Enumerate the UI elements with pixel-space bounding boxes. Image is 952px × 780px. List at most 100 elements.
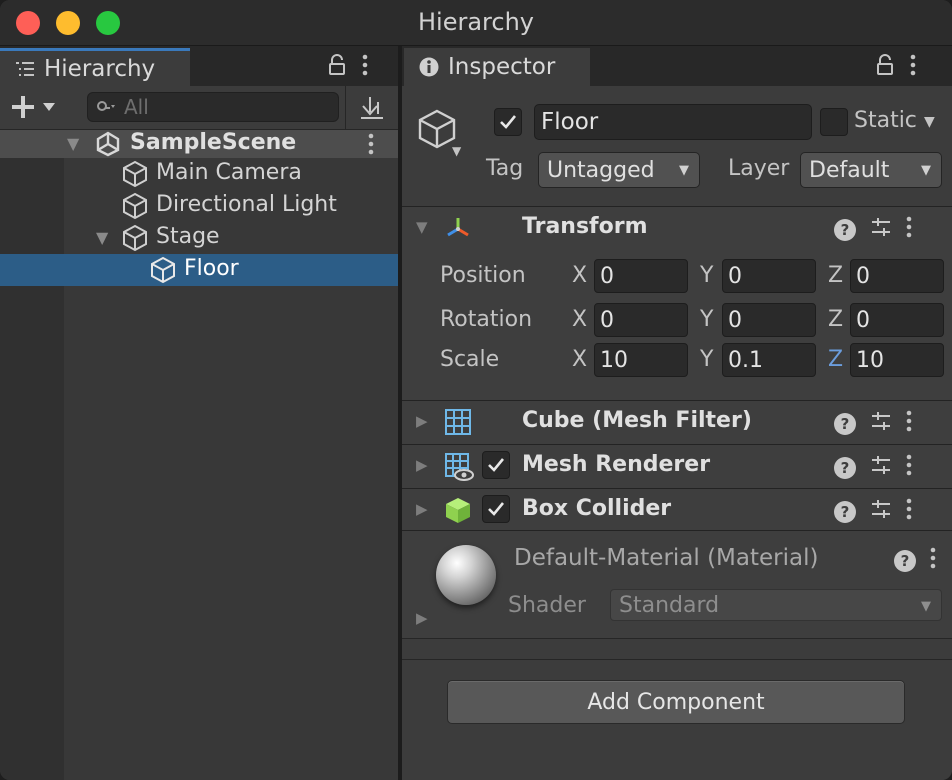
rotation-y-field[interactable]: 0 <box>722 303 816 337</box>
create-button[interactable] <box>10 92 68 122</box>
static-label[interactable]: Static <box>854 108 917 133</box>
expand-arrow-icon[interactable]: ▼ <box>416 218 428 236</box>
material-preview-sphere[interactable] <box>436 545 496 605</box>
rotation-x-axis[interactable]: X <box>572 307 587 332</box>
mesh-renderer-enabled-checkbox[interactable] <box>482 451 510 479</box>
settings-sliders-icon[interactable] <box>870 498 892 526</box>
title-bar: Hierarchy <box>0 0 952 46</box>
checkmark-icon <box>488 502 505 516</box>
mesh-filter-component: ▶ Cube (Mesh Filter) ? <box>402 400 952 444</box>
tag-dropdown[interactable]: Untagged ▼ <box>538 152 700 188</box>
scale-x-axis[interactable]: X <box>572 347 587 372</box>
active-checkbox[interactable] <box>494 108 522 136</box>
search-input[interactable]: All <box>87 92 339 122</box>
material-section: Default-Material (Material) ? Shader Sta… <box>402 530 952 638</box>
transform-gizmo-icon <box>444 214 472 242</box>
tab-inspector[interactable]: Inspector <box>404 48 590 86</box>
help-icon[interactable]: ? <box>834 413 856 435</box>
layer-dropdown[interactable]: Default ▼ <box>800 152 942 188</box>
component-title: Mesh Renderer <box>522 452 711 477</box>
settings-sliders-icon[interactable] <box>870 410 892 438</box>
lock-icon[interactable] <box>876 54 894 82</box>
position-x-axis[interactable]: X <box>572 263 587 288</box>
expand-arrow-icon[interactable]: ▼ <box>96 228 108 247</box>
gameobject-cube-icon <box>121 192 149 220</box>
hierarchy-tree: ▼ SampleScene Main Camera Directional Li… <box>0 130 398 780</box>
more-options-icon[interactable] <box>362 54 368 82</box>
expand-arrow-icon[interactable]: ▼ <box>67 134 79 153</box>
shader-dropdown: Standard ▼ <box>610 589 942 621</box>
more-options-icon[interactable] <box>906 498 912 526</box>
scale-z-field[interactable]: 10 <box>850 343 944 377</box>
position-y-field[interactable]: 0 <box>722 259 816 293</box>
scale-x-field[interactable]: 10 <box>594 343 688 377</box>
transform-header[interactable]: ▼ Transform ? <box>402 207 952 249</box>
rotation-z-field[interactable]: 0 <box>850 303 944 337</box>
help-icon[interactable]: ? <box>834 219 856 241</box>
static-checkbox[interactable] <box>820 108 848 136</box>
box-collider-header[interactable]: ▶ Box Collider ? <box>402 489 952 531</box>
shader-value: Standard <box>619 592 720 618</box>
add-component-button[interactable]: Add Component <box>447 680 905 724</box>
help-icon[interactable]: ? <box>834 501 856 523</box>
scene-row[interactable]: ▼ SampleScene <box>0 130 398 158</box>
scale-z-axis[interactable]: Z <box>828 347 843 372</box>
help-icon[interactable]: ? <box>894 550 916 572</box>
tree-item-stage[interactable]: ▼ Stage <box>0 222 398 254</box>
chevron-down-icon <box>43 103 55 111</box>
component-title: Box Collider <box>522 496 672 521</box>
tab-hierarchy[interactable]: Hierarchy <box>0 48 190 86</box>
mesh-grid-icon <box>444 408 472 436</box>
settings-sliders-icon[interactable] <box>870 454 892 482</box>
scale-label: Scale <box>440 347 500 372</box>
chevron-down-icon: ▼ <box>679 163 689 178</box>
rotation-x-field[interactable]: 0 <box>594 303 688 337</box>
settings-sliders-icon[interactable] <box>870 216 892 244</box>
checkmark-icon <box>500 115 517 129</box>
more-options-icon[interactable] <box>910 54 916 82</box>
mesh-renderer-component: ▶ Mesh Renderer ? <box>402 444 952 488</box>
position-z-field[interactable]: 0 <box>850 259 944 293</box>
scale-y-axis[interactable]: Y <box>700 347 713 372</box>
rotation-z-axis[interactable]: Z <box>828 307 843 332</box>
mesh-renderer-header[interactable]: ▶ Mesh Renderer ? <box>402 445 952 487</box>
plus-icon <box>12 96 34 118</box>
more-options-icon[interactable] <box>930 547 936 575</box>
collapsed-arrow-icon[interactable]: ▶ <box>416 609 428 627</box>
tree-item-directional-light[interactable]: Directional Light <box>0 190 398 222</box>
search-icon <box>97 101 115 111</box>
gameobject-cube-icon <box>121 224 149 252</box>
help-icon[interactable]: ? <box>834 457 856 479</box>
material-name: Default-Material (Material) <box>514 545 819 571</box>
lock-icon[interactable] <box>328 54 346 82</box>
hierarchy-list-icon <box>14 58 36 80</box>
sort-button[interactable] <box>345 86 398 130</box>
position-y-axis[interactable]: Y <box>700 263 713 288</box>
scene-more-icon[interactable] <box>368 133 374 161</box>
layer-value: Default <box>809 157 890 183</box>
scale-y-field[interactable]: 0.1 <box>722 343 816 377</box>
rotation-y-axis[interactable]: Y <box>700 307 713 332</box>
static-dropdown-icon[interactable]: ▼ <box>924 114 935 130</box>
position-z-axis[interactable]: Z <box>828 263 843 288</box>
more-options-icon[interactable] <box>906 454 912 482</box>
checkmark-icon <box>488 458 505 472</box>
transform-component: ▼ Transform ? Position X 0 Y 0 Z 0 Rotat… <box>402 206 952 400</box>
tree-item-main-camera[interactable]: Main Camera <box>0 158 398 190</box>
mesh-filter-header[interactable]: ▶ Cube (Mesh Filter) ? <box>402 401 952 443</box>
icon-dropdown-caret-icon[interactable]: ▼ <box>452 144 461 158</box>
object-name-field[interactable]: Floor <box>534 104 812 140</box>
more-options-icon[interactable] <box>906 410 912 438</box>
tree-item-label: Floor <box>184 256 239 281</box>
info-icon <box>418 56 440 78</box>
section-separator <box>402 638 952 660</box>
box-collider-enabled-checkbox[interactable] <box>482 495 510 523</box>
collapsed-arrow-icon[interactable]: ▶ <box>416 412 428 430</box>
unity-logo-icon <box>94 130 122 158</box>
tree-item-floor[interactable]: Floor <box>0 254 398 286</box>
collapsed-arrow-icon[interactable]: ▶ <box>416 456 428 474</box>
more-options-icon[interactable] <box>906 216 912 244</box>
collapsed-arrow-icon[interactable]: ▶ <box>416 500 428 518</box>
tag-label: Tag <box>486 156 524 181</box>
position-x-field[interactable]: 0 <box>594 259 688 293</box>
